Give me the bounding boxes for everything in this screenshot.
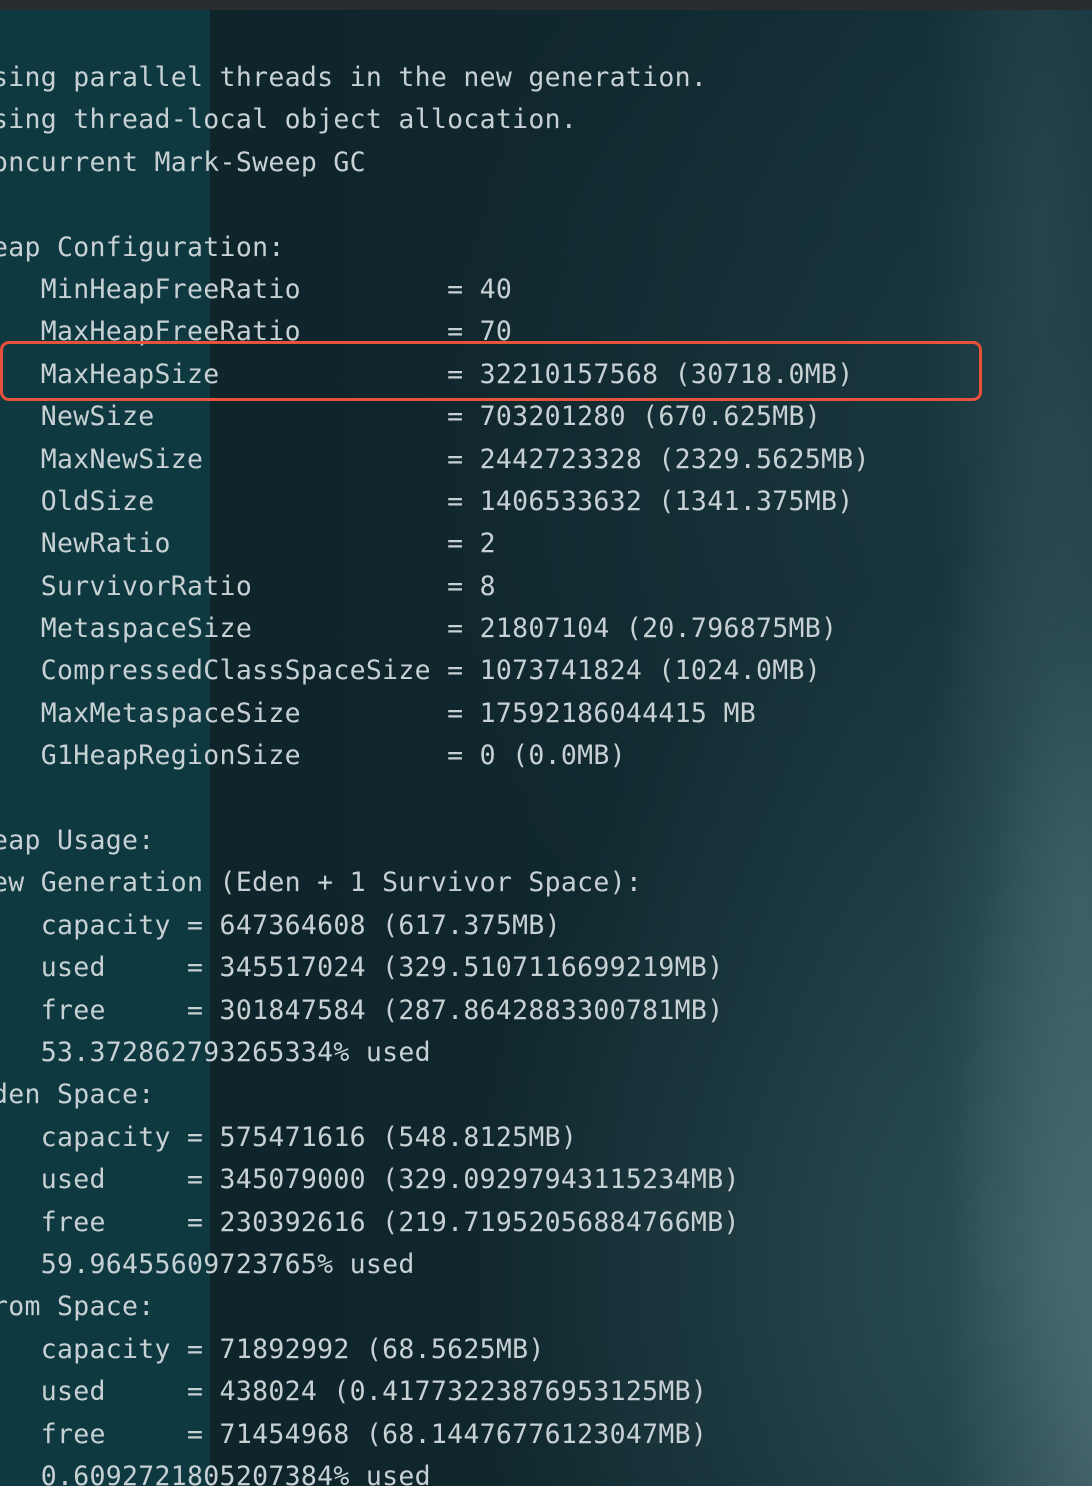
terminal-line: MetaspaceSize = 21807104 (20.796875MB)	[0, 613, 838, 645]
terminal-line: rom Space:	[0, 1291, 155, 1323]
terminal-line: free = 230392616 (219.71952056884766MB)	[0, 1206, 740, 1238]
terminal-line: 59.96455609723765% used	[0, 1248, 415, 1280]
terminal-line: OldSize = 1406533632 (1341.375MB)	[0, 485, 854, 517]
terminal-line: eap Usage:	[0, 825, 155, 857]
terminal-line: capacity = 647364608 (617.375MB)	[0, 909, 561, 941]
maxheapsize-highlight-box	[0, 341, 982, 401]
terminal-line: sing parallel threads in the new generat…	[0, 62, 708, 93]
terminal-line: den Space:	[0, 1079, 155, 1111]
terminal-line: capacity = 71892992 (68.5625MB)	[0, 1333, 545, 1365]
terminal-line: 0.6092721805207384% used	[0, 1460, 431, 1486]
terminal-line: 53.372862793265334% used	[0, 1036, 431, 1068]
terminal-line: MaxMetaspaceSize = 17592186044415 MB	[0, 697, 756, 729]
terminal-line: used = 345079000 (329.09297943115234MB)	[0, 1164, 740, 1196]
terminal-line: oncurrent Mark-Sweep GC	[0, 146, 366, 178]
terminal-line: MinHeapFreeRatio = 40	[0, 273, 513, 305]
terminal-output[interactable]: sing parallel threads in the new generat…	[0, 57, 1092, 1486]
terminal-line: G1HeapRegionSize = 0 (0.0MB)	[0, 740, 626, 772]
terminal-line: ew Generation (Eden + 1 Survivor Space):	[0, 867, 643, 899]
terminal-line: SurvivorRatio = 8	[0, 570, 496, 602]
terminal-line: free = 301847584 (287.8642883300781MB)	[0, 994, 724, 1026]
terminal-line: NewRatio = 2	[0, 528, 496, 560]
terminal-window: sing parallel threads in the new generat…	[0, 0, 1092, 1486]
terminal-line: capacity = 575471616 (548.8125MB)	[0, 1121, 578, 1153]
terminal-line: free = 71454968 (68.14476776123047MB)	[0, 1418, 708, 1450]
terminal-line: sing thread-local object allocation.	[0, 104, 578, 136]
terminal-line: CompressedClassSpaceSize = 1073741824 (1…	[0, 655, 821, 687]
window-top-bar	[0, 0, 1092, 10]
terminal-line: used = 438024 (0.41773223876953125MB)	[0, 1376, 708, 1408]
terminal-line: NewSize = 703201280 (670.625MB)	[0, 401, 821, 433]
terminal-line: MaxNewSize = 2442723328 (2329.5625MB)	[0, 443, 870, 475]
terminal-line: used = 345517024 (329.5107116699219MB)	[0, 952, 724, 984]
terminal-line: eap Configuration:	[0, 231, 285, 263]
